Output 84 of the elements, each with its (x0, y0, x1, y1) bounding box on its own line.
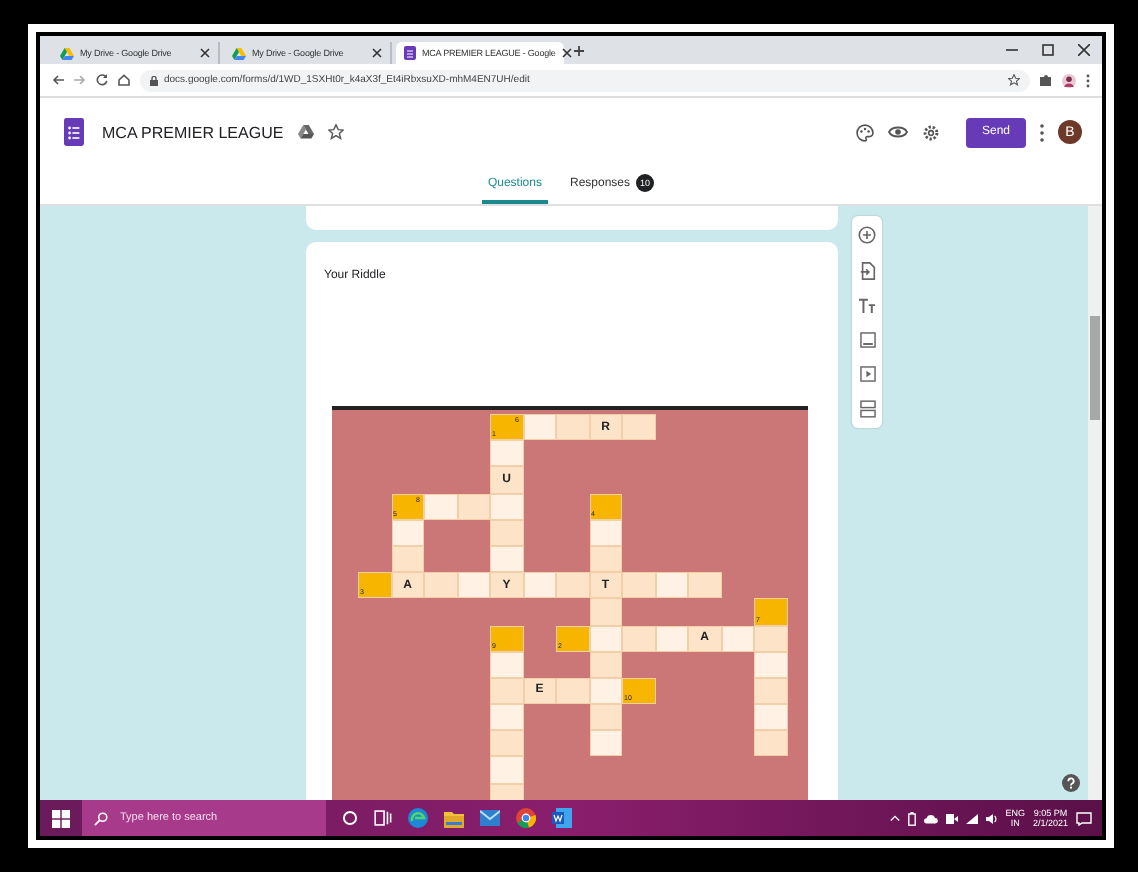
crossword-cell (655, 625, 688, 652)
crossword-cell (589, 545, 622, 573)
crossword-cell (490, 545, 523, 573)
palette-icon[interactable] (856, 123, 874, 141)
star-icon[interactable] (1008, 74, 1020, 86)
notification-icon[interactable] (1076, 811, 1092, 825)
drive-icon (232, 47, 246, 59)
caret-up-icon[interactable] (889, 814, 900, 822)
crossword-cell (490, 704, 523, 731)
crossword-cell (622, 625, 655, 652)
speaker-icon[interactable] (985, 813, 998, 823)
crossword-cell (391, 545, 424, 573)
crossword-cell (589, 598, 622, 625)
crossword-cell (457, 493, 490, 520)
crossword-cell (655, 572, 688, 599)
scrollbar-thumb[interactable] (1090, 316, 1100, 420)
drive-icon (60, 47, 74, 59)
crossword-cell (457, 572, 490, 599)
scrollbar[interactable] (1088, 206, 1102, 800)
close-icon[interactable] (1078, 44, 1090, 56)
crossword-cell (754, 730, 787, 757)
crossword-cell (754, 651, 787, 678)
crossword-cell (556, 572, 589, 599)
forms-logo-icon (64, 118, 84, 146)
crossword-cell (490, 440, 523, 467)
crossword-cell (490, 756, 523, 784)
crossword-cell (523, 414, 556, 441)
document-app-icon[interactable] (552, 808, 572, 828)
section-icon[interactable] (859, 400, 875, 418)
crossword-cell (490, 519, 523, 546)
crossword-cell (622, 572, 655, 599)
crossword-cell (391, 519, 424, 546)
crossword-cell (589, 519, 622, 546)
title-icon[interactable] (858, 298, 876, 314)
forms-icon (404, 46, 416, 60)
minimize-icon[interactable] (1006, 44, 1018, 56)
mail-icon[interactable] (480, 810, 500, 826)
back-arrow-icon[interactable] (52, 74, 64, 86)
crossword-cell (523, 572, 556, 599)
search-icon (94, 811, 108, 825)
crossword-cell (589, 730, 622, 757)
form-title: MCA PREMIER LEAGUE (102, 123, 284, 141)
windows-start-icon[interactable] (52, 809, 70, 827)
help-icon[interactable] (1062, 774, 1080, 792)
crossword-cell (556, 414, 589, 441)
crossword-cell (490, 493, 523, 520)
settings-icon[interactable] (922, 123, 940, 141)
cloud-icon[interactable] (923, 813, 938, 823)
crossword-cell (589, 651, 622, 678)
crossword-cell (754, 704, 787, 731)
browser-swirl-icon[interactable] (408, 808, 428, 828)
crossword-cell (556, 677, 589, 705)
profile-avatar-icon[interactable] (1062, 73, 1076, 87)
battery-icon[interactable] (907, 811, 916, 825)
close-icon[interactable] (372, 48, 382, 58)
chrome-icon[interactable] (516, 808, 536, 828)
crossword-cell (721, 625, 754, 652)
close-icon[interactable] (561, 48, 572, 58)
plus-icon[interactable] (572, 43, 586, 57)
crossword-cell (688, 572, 721, 599)
crossword-cell (490, 651, 523, 678)
crossword-cell (622, 414, 655, 441)
crossword-cell (754, 677, 787, 705)
folder-icon[interactable] (444, 809, 464, 827)
task-view-icon[interactable] (374, 810, 392, 826)
crossword-cell (490, 730, 523, 757)
reload-icon[interactable] (96, 74, 108, 86)
crossword-cell (490, 677, 523, 705)
home-icon[interactable] (118, 74, 130, 86)
crossword-cell (589, 704, 622, 731)
crossword-cell (424, 493, 457, 520)
star-icon[interactable] (327, 124, 344, 140)
circle-icon[interactable] (342, 810, 358, 826)
add-circle-icon[interactable] (858, 226, 876, 244)
lock-icon (150, 75, 158, 85)
crossword-cell (754, 625, 787, 652)
eye-icon[interactable] (888, 124, 908, 140)
import-icon[interactable] (859, 262, 875, 280)
move-to-folder-icon[interactable] (297, 124, 314, 140)
crossword-cell (424, 572, 457, 599)
close-icon[interactable] (200, 48, 210, 58)
restore-icon[interactable] (1042, 44, 1054, 56)
video-icon[interactable] (859, 366, 875, 382)
image-icon[interactable] (859, 332, 875, 348)
